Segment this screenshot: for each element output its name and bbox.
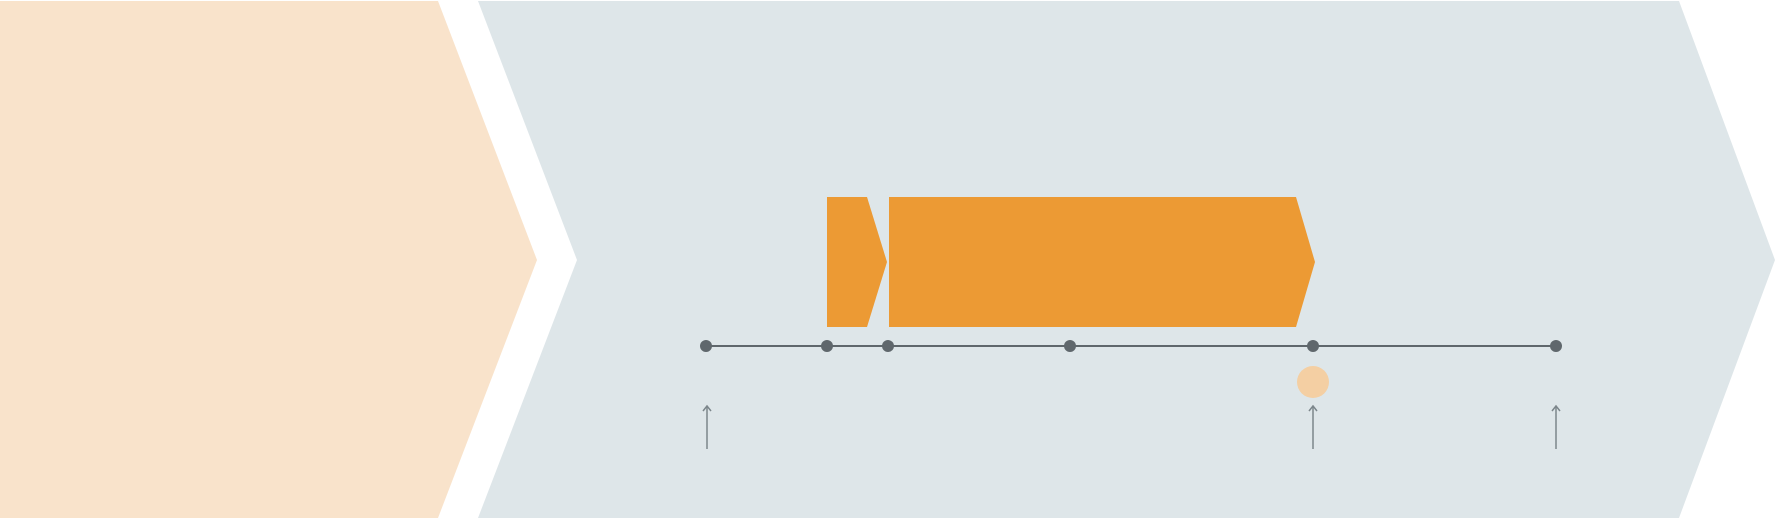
timeline-node-6 bbox=[1550, 340, 1562, 352]
timeline-node-4 bbox=[1064, 340, 1076, 352]
timeline-node-2 bbox=[821, 340, 833, 352]
diagram-canvas bbox=[0, 1, 1775, 518]
timeline-node-5 bbox=[1307, 340, 1319, 352]
highlight-dot bbox=[1297, 366, 1329, 398]
timeline-node-3 bbox=[882, 340, 894, 352]
left-phase-chevron bbox=[0, 1, 537, 518]
diagram-page bbox=[0, 0, 1775, 519]
large-orange-chevron-block bbox=[889, 197, 1315, 327]
timeline-node-1 bbox=[700, 340, 712, 352]
